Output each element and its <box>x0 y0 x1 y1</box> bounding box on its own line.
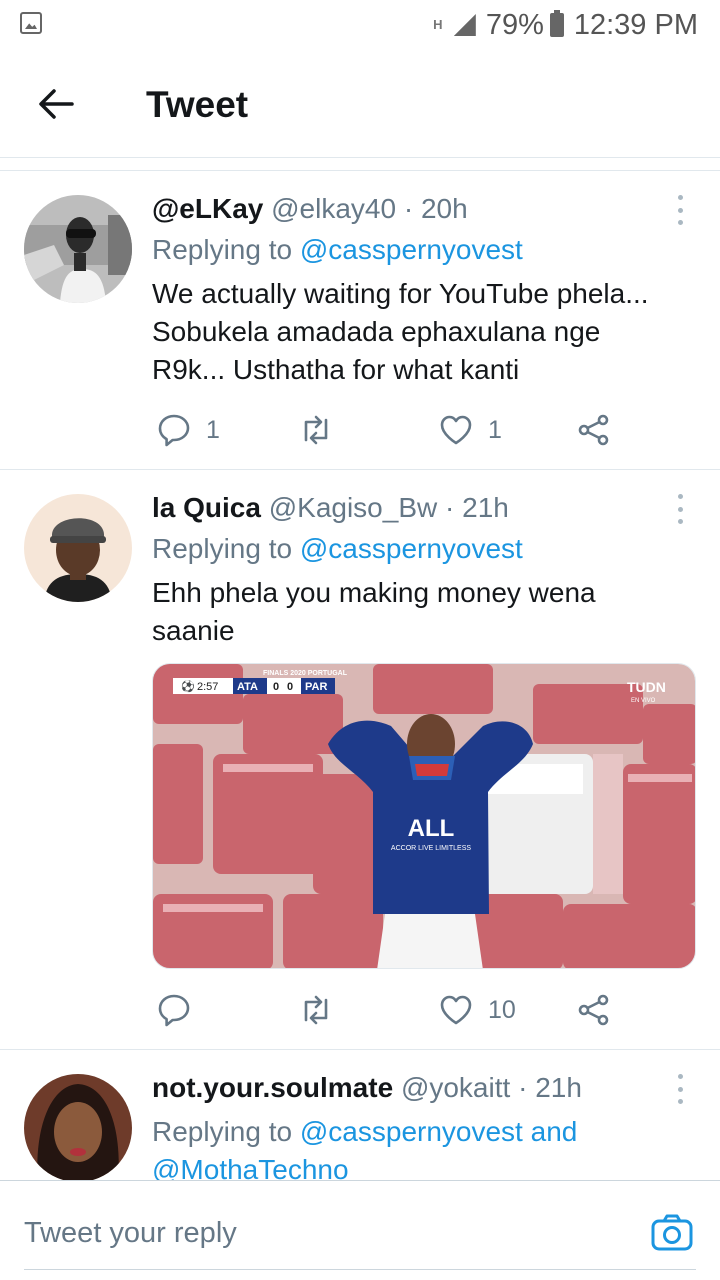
broadcaster-logo: TUDN <box>627 679 666 695</box>
back-arrow-icon[interactable] <box>36 84 76 124</box>
timestamp: 21h <box>535 1072 582 1103</box>
replying-prefix: Replying to <box>152 1116 293 1147</box>
handle[interactable]: @elkay40 <box>271 193 396 224</box>
app-bar: Tweet <box>0 50 720 158</box>
tweet-media-image[interactable]: ALL ACCOR LIVE LIMITLESS FINALS 2020 POR… <box>152 663 696 969</box>
timestamp: 21h <box>462 492 509 523</box>
tweet-text-line: Sobukela amadada ephaxulana nge <box>152 316 601 347</box>
gallery-notification-icon <box>20 12 42 34</box>
reply-button[interactable]: 1 <box>156 410 220 450</box>
dot-separator: · <box>518 1072 528 1103</box>
tweet[interactable]: not.your.soulmate @yokaitt · 21h Replyin… <box>0 1050 720 1180</box>
like-count: 10 <box>488 995 516 1024</box>
tweet[interactable]: la Quica @Kagiso_Bw · 21h Replying to @c… <box>0 470 720 1050</box>
mention-link[interactable]: @casspernyovest <box>300 234 523 265</box>
reply-count: 1 <box>206 415 220 444</box>
replying-to: Replying to @casspernyovest <box>152 234 523 266</box>
tweet-text-line: R9k... Usthatha for what kanti <box>152 354 520 385</box>
reply-composer[interactable]: Tweet your reply <box>0 1180 720 1280</box>
tweet-header: @eLKay @elkay40 · 20h <box>152 193 468 225</box>
handle[interactable]: @yokaitt <box>401 1072 510 1103</box>
tweet-header: not.your.soulmate @yokaitt · 21h <box>152 1072 582 1104</box>
page-title: Tweet <box>146 84 249 125</box>
share-button[interactable] <box>576 990 612 1030</box>
heart-icon <box>440 995 472 1025</box>
share-button[interactable] <box>576 410 612 450</box>
status-bar: H 79% 12:39 PM <box>0 0 720 50</box>
dot-separator: · <box>445 492 455 523</box>
display-name[interactable]: la Quica <box>152 492 261 523</box>
scoreboard-home-score: 0 <box>273 681 279 693</box>
battery-percent: 79% <box>485 8 544 41</box>
network-type: H <box>433 17 443 32</box>
tweet-text: Ehh phela you making money wena saanie <box>152 574 702 650</box>
reply-button[interactable] <box>156 990 206 1030</box>
reply-input[interactable]: Tweet your reply <box>24 1217 237 1250</box>
handle[interactable]: @Kagiso_Bw <box>269 492 438 523</box>
like-count: 1 <box>488 415 502 444</box>
scoreboard-away: PAR <box>305 681 327 693</box>
tweet-text-line: saanie <box>152 615 235 646</box>
stadium-photo: ALL ACCOR LIVE LIMITLESS FINALS 2020 POR… <box>153 664 695 968</box>
broadcaster-subtitle: EN VIVO <box>631 698 656 704</box>
tweet-text-line: We actually waiting for YouTube phela... <box>152 278 649 309</box>
more-options-icon[interactable] <box>670 494 690 524</box>
input-underline <box>24 1269 696 1270</box>
tweet-header: la Quica @Kagiso_Bw · 21h <box>152 492 509 524</box>
dot-separator: · <box>403 193 414 224</box>
retweet-button[interactable] <box>298 410 348 450</box>
scoreboard-away-score: 0 <box>287 681 293 693</box>
scoreboard-banner: FINALS 2020 PORTUGAL <box>263 670 348 677</box>
display-name[interactable]: @eLKay <box>152 193 263 224</box>
mention-link[interactable]: @casspernyovest and <box>300 1116 577 1147</box>
tweet-text: We actually waiting for YouTube phela...… <box>152 275 702 389</box>
display-name[interactable]: not.your.soulmate <box>152 1072 393 1103</box>
avatar[interactable] <box>24 494 132 602</box>
like-button[interactable]: 10 <box>438 990 516 1030</box>
reply-icon <box>158 414 190 447</box>
retweet-icon <box>304 415 328 445</box>
retweet-icon <box>304 995 328 1025</box>
replying-to: Replying to @casspernyovest and @MothaTe… <box>152 1113 577 1180</box>
shirt-logo: ALL <box>408 815 455 842</box>
camera-icon[interactable] <box>650 1213 694 1253</box>
heart-icon <box>440 415 472 445</box>
mention-link[interactable]: @casspernyovest <box>300 533 523 564</box>
like-button[interactable]: 1 <box>438 410 502 450</box>
clock: 12:39 PM <box>573 8 698 41</box>
avatar[interactable] <box>24 195 132 303</box>
scoreboard-clock: 2:57 <box>197 681 218 693</box>
tweet-actions: 1 1 <box>152 410 622 450</box>
shirt-sponsor: ACCOR LIVE LIMITLESS <box>391 845 471 852</box>
replying-to: Replying to @casspernyovest <box>152 533 523 565</box>
tweet-actions: 10 <box>152 990 622 1030</box>
battery-icon <box>549 10 564 37</box>
signal-icon <box>454 14 476 36</box>
replying-prefix: Replying to <box>152 234 293 265</box>
replying-prefix: Replying to <box>152 533 293 564</box>
retweet-button[interactable] <box>298 990 348 1030</box>
mention-link[interactable]: @MothaTechno <box>152 1151 577 1180</box>
reply-icon <box>158 994 190 1027</box>
share-icon <box>578 414 609 446</box>
share-icon <box>578 994 609 1026</box>
svg-text:⚽: ⚽ <box>180 680 195 693</box>
tweet-text-line: Ehh phela you making money wena <box>152 577 596 608</box>
tweet[interactable]: @eLKay @elkay40 · 20h Replying to @cassp… <box>0 171 720 469</box>
more-options-icon[interactable] <box>670 1074 690 1104</box>
timestamp: 20h <box>420 193 468 224</box>
scoreboard-home: ATA <box>237 681 258 693</box>
avatar[interactable] <box>24 1074 132 1180</box>
more-options-icon[interactable] <box>670 195 690 225</box>
